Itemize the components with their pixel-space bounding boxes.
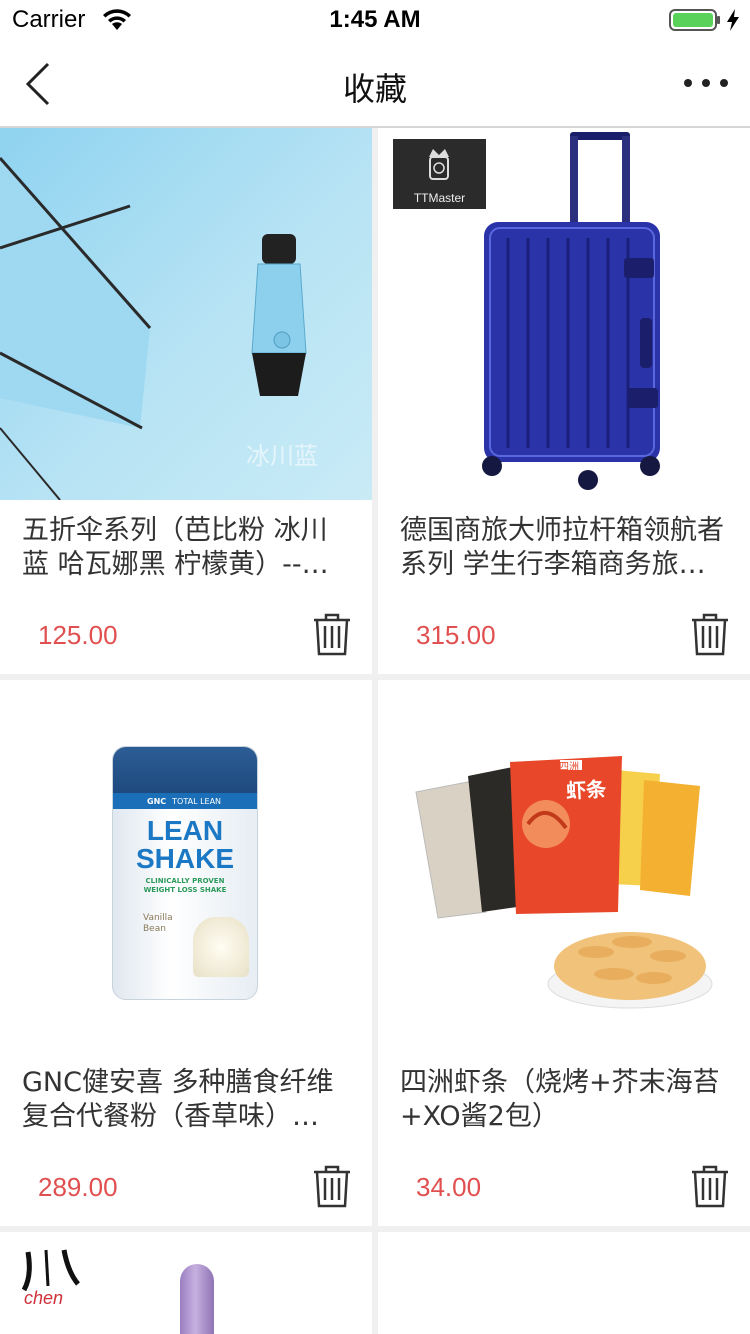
product-card[interactable]: GNC TOTAL LEAN LEAN SHAKE CLINICALLY PRO… [0, 680, 372, 1226]
product-image[interactable] [378, 1232, 750, 1334]
snack-image [415, 756, 713, 1009]
product-card[interactable]: TTMaster 德国商旅大师拉杆箱领航者系列 学生行李箱商务旅行箱 315.0… [378, 128, 750, 674]
product-name[interactable]: GNC健安喜 多种膳食纤维复合代餐粉（香草味）737g [22, 1066, 352, 1134]
image-caption: 冰川蓝 [246, 442, 318, 470]
delete-trash-icon[interactable] [312, 1164, 352, 1208]
clock: 1:45 AM [329, 6, 421, 33]
product-price: 315.00 [416, 620, 496, 650]
product-name[interactable]: 五折伞系列（芭比粉 冰川蓝 哈瓦娜黑 柠檬黄）--冰川蓝 [22, 514, 352, 582]
brand-badge-text: TTMaster [413, 191, 466, 205]
charging-bolt-icon [727, 9, 739, 31]
status-bar: Carrier 1:45 AM [0, 0, 750, 40]
product-price: 34.00 [416, 1172, 482, 1202]
nav-bar: 收藏 [0, 40, 750, 128]
can-brand: GNC [147, 796, 167, 806]
product-price: 125.00 [38, 620, 118, 650]
product-card[interactable]: 虾条 四洲 四洲虾条（烧烤+芥末海苔+XO酱2包） 34.00 [378, 680, 750, 1226]
battery-icon [669, 9, 720, 31]
page-title: 收藏 [342, 70, 407, 108]
lipstick-image [180, 1264, 214, 1334]
delete-trash-icon[interactable] [690, 1164, 730, 1208]
delete-trash-icon[interactable] [690, 612, 730, 656]
product-image[interactable]: 冰川蓝 [0, 128, 372, 500]
brand-badge: TTMaster [393, 139, 486, 209]
product-image[interactable]: 虾条 四洲 [378, 680, 750, 1052]
product-image[interactable]: GNC TOTAL LEAN LEAN SHAKE CLINICALLY PRO… [0, 680, 372, 1052]
product-card[interactable]: chen [0, 1232, 372, 1334]
can-flavor: Vanilla Bean [143, 913, 173, 934]
product-price: 289.00 [38, 1172, 118, 1202]
snack-bag-label: 虾条 [565, 776, 607, 804]
can-sub-brand: TOTAL LEAN [172, 796, 222, 806]
can-title-line1: LEAN [146, 815, 224, 846]
protein-can-image: GNC TOTAL LEAN LEAN SHAKE CLINICALLY PRO… [112, 746, 258, 1000]
snack-brand: 四洲 [559, 762, 579, 773]
product-card[interactable] [378, 1232, 750, 1334]
product-name[interactable]: 德国商旅大师拉杆箱领航者系列 学生行李箱商务旅行箱 [400, 514, 730, 582]
product-image[interactable]: chen [0, 1232, 372, 1334]
chen-logo-text: chen [24, 1288, 64, 1308]
crown-logo-icon [429, 149, 449, 180]
more-options-icon[interactable] [678, 68, 734, 98]
can-title-line2: SHAKE [135, 843, 234, 874]
can-claim: CLINICALLY PROVEN WEIGHT LOSS SHAKE [143, 877, 227, 894]
delete-trash-icon[interactable] [312, 612, 352, 656]
product-card[interactable]: 冰川蓝 五折伞系列（芭比粉 冰川蓝 哈瓦娜黑 柠檬黄）--冰川蓝 125.00 [0, 128, 372, 674]
product-name[interactable]: 四洲虾条（烧烤+芥末海苔+XO酱2包） [400, 1066, 730, 1134]
product-image[interactable]: TTMaster [378, 128, 750, 500]
